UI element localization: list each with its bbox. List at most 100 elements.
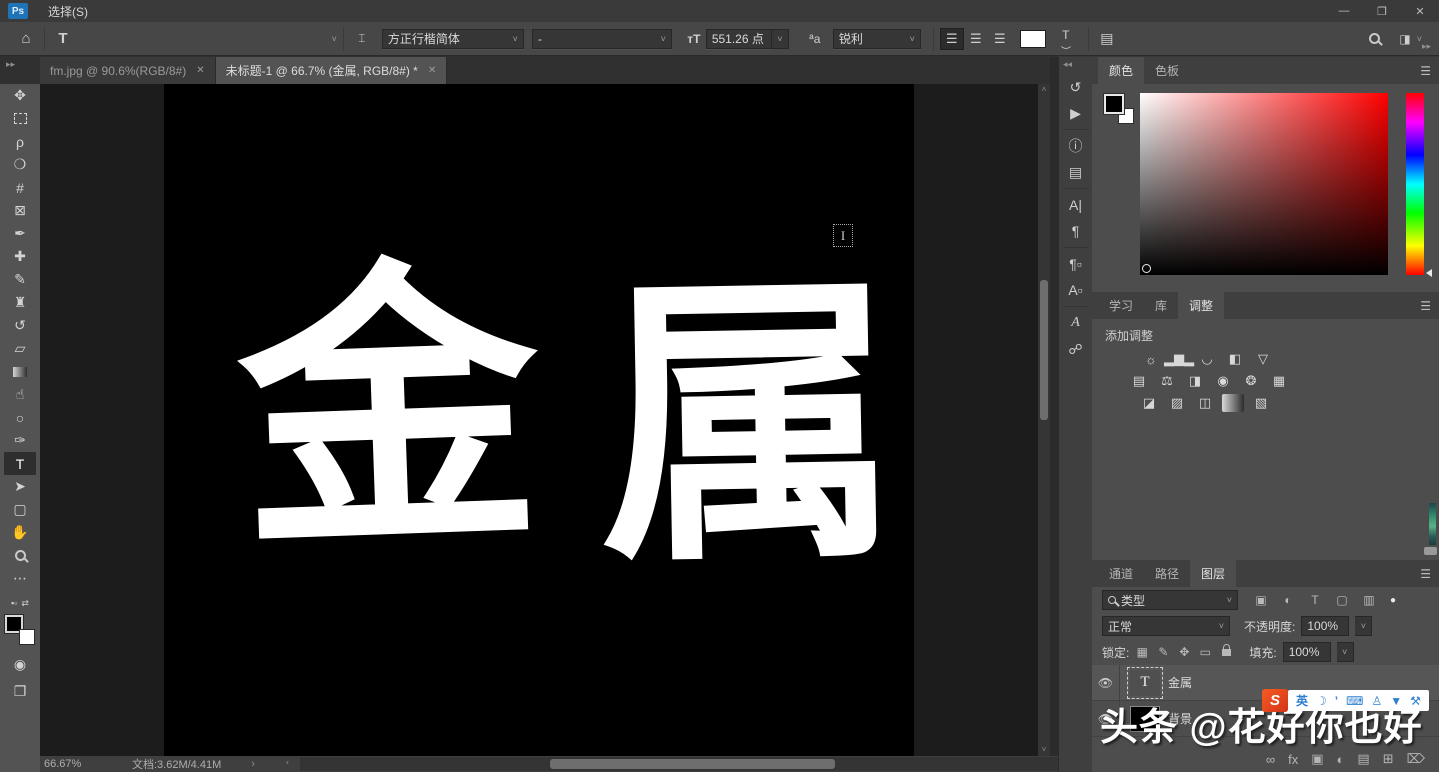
default-colors-icon[interactable]: ▪▫	[11, 598, 17, 609]
new-layer-icon[interactable]: ⊞	[1383, 751, 1394, 767]
ime-tools-icon[interactable]: ⚒	[1410, 694, 1421, 708]
tab-adjustments[interactable]: 调整	[1178, 292, 1224, 319]
color-lookup-icon[interactable]: ▦	[1268, 372, 1290, 390]
invert-icon[interactable]: ◪	[1138, 394, 1160, 412]
lock-transparent-icon[interactable]: ▦	[1135, 645, 1149, 659]
vertical-scroll-thumb[interactable]	[1040, 280, 1048, 420]
zoom-level-field[interactable]: 66.67%	[44, 758, 124, 770]
path-select-icon[interactable]: ➤	[4, 475, 36, 498]
panel-collapse-icon[interactable]: ◂◂	[1059, 57, 1072, 74]
text-orientation-icon[interactable]: ⌶	[350, 27, 374, 51]
clone-stamp-icon[interactable]: ♜	[4, 291, 36, 314]
brush-icon[interactable]: ✎	[4, 268, 36, 291]
share-icon[interactable]: ☍	[1062, 336, 1090, 362]
tab-learn[interactable]: 学习	[1098, 292, 1144, 319]
layer-filter-select[interactable]: 类型 ˅	[1102, 590, 1238, 610]
type-icon[interactable]: T	[4, 452, 36, 475]
filter-smartobject-icon[interactable]: ▥	[1360, 593, 1378, 607]
blend-mode-select[interactable]: 正常 ˅	[1102, 616, 1230, 636]
opacity-input[interactable]: 100%	[1301, 616, 1349, 636]
history-icon[interactable]: ↺	[1062, 74, 1090, 100]
filter-adjustment-icon[interactable]: ◐	[1279, 593, 1297, 607]
properties-icon[interactable]: ▤	[1062, 159, 1090, 185]
crop-icon[interactable]: #	[4, 176, 36, 199]
lasso-icon[interactable]: ρ	[4, 130, 36, 153]
canvas-workspace[interactable]: 金 属 I	[40, 84, 1038, 756]
ime-lang-icon[interactable]: 英	[1296, 692, 1308, 709]
tab-color[interactable]: 颜色	[1098, 57, 1144, 84]
panel-menu-icon[interactable]: ☰	[1420, 64, 1431, 78]
eyedropper-icon[interactable]: ✒	[4, 222, 36, 245]
ime-punct-icon[interactable]: ’	[1335, 694, 1338, 708]
scroll-up-icon[interactable]: ˄	[1038, 84, 1050, 96]
marquee-icon[interactable]	[4, 107, 36, 130]
opacity-chevron-icon[interactable]: ˅	[1355, 616, 1372, 636]
hue-saturation-icon[interactable]: ▤	[1128, 372, 1150, 390]
toolbar-collapse-icon[interactable]: ▸▸	[0, 55, 40, 84]
filter-toggle-pin-icon[interactable]: ●	[1390, 595, 1396, 606]
tab-close-icon[interactable]: ✕	[196, 65, 204, 76]
vertical-scrollbar[interactable]: ˄ ˅	[1038, 84, 1050, 756]
layer-name[interactable]: 金属	[1168, 674, 1192, 691]
menu-select[interactable]: 选择(S)	[36, 0, 103, 22]
ime-moon-icon[interactable]: ☽	[1316, 694, 1327, 708]
layer-style-icon[interactable]: fx	[1288, 751, 1298, 767]
align-center-button[interactable]: ☰	[964, 28, 988, 50]
posterize-icon[interactable]: ▨	[1166, 394, 1188, 412]
status-options-chevron-icon[interactable]: ›	[251, 758, 255, 770]
tab-libraries[interactable]: 库	[1144, 292, 1178, 319]
actions-icon[interactable]: ▶	[1062, 100, 1090, 126]
document-canvas[interactable]: 金 属 I	[164, 84, 914, 756]
restore-button[interactable]: ❐	[1363, 0, 1401, 22]
background-color-swatch[interactable]	[19, 629, 35, 645]
channel-mixer-icon[interactable]: ❂	[1240, 372, 1262, 390]
mores-icon[interactable]: ⋯	[4, 567, 36, 590]
new-group-icon[interactable]: ▤	[1357, 751, 1369, 767]
zoom-icon[interactable]	[4, 544, 36, 567]
filter-type-icon[interactable]: T	[1306, 593, 1324, 607]
ime-person-icon[interactable]: ♙	[1371, 694, 1382, 708]
lock-all-icon[interactable]	[1219, 645, 1233, 659]
tab-paths[interactable]: 路径	[1144, 560, 1190, 587]
minimize-button[interactable]: —	[1325, 0, 1363, 22]
info-icon[interactable]: ⓘ	[1062, 133, 1090, 159]
warp-text-icon[interactable]: T	[1054, 27, 1078, 51]
foreground-color-swatch[interactable]	[1104, 94, 1124, 114]
tab-layers[interactable]: 图层	[1190, 560, 1236, 587]
paragraph-panel-icon[interactable]: ¶	[1062, 218, 1090, 244]
antialias-select[interactable]: 锐利 ˅	[833, 29, 921, 49]
paragraph-styles-icon[interactable]: ¶▫	[1062, 251, 1090, 277]
dock-expand-icon[interactable]: ▸▸	[1422, 41, 1431, 52]
ime-keyboard-icon[interactable]: ⌨	[1346, 694, 1363, 708]
align-left-button[interactable]: ☰	[940, 28, 964, 50]
fill-chevron-icon[interactable]: ˅	[1337, 642, 1354, 662]
search-icon[interactable]	[1369, 33, 1380, 44]
dodge-icon[interactable]: ○	[4, 406, 36, 429]
vibrance-icon[interactable]: ▽	[1252, 350, 1274, 368]
hue-slider-handle[interactable]	[1426, 269, 1432, 277]
color-picker-handle[interactable]	[1142, 264, 1151, 273]
hand-icon[interactable]: ✋	[4, 521, 36, 544]
saturation-brightness-box[interactable]	[1140, 93, 1388, 275]
new-adjustment-icon[interactable]: ◐	[1337, 751, 1345, 767]
horizontal-scroll-thumb[interactable]	[550, 759, 835, 769]
move-icon[interactable]: ✥	[4, 84, 36, 107]
text-color-swatch[interactable]	[1020, 30, 1046, 48]
exposure-icon[interactable]: ◧	[1224, 350, 1246, 368]
current-tool-icon[interactable]: T	[51, 27, 75, 51]
font-size-chevron-icon[interactable]: ˅	[772, 29, 789, 49]
quick-selection-icon[interactable]: ❍	[4, 153, 36, 176]
doc-tab-untitled[interactable]: 未标题-1 @ 66.7% (金属, RGB/8#) *✕	[216, 57, 448, 84]
smudge-icon[interactable]: ☝	[4, 383, 36, 406]
doc-tab-fm[interactable]: fm.jpg @ 90.6%(RGB/8#)✕	[40, 57, 216, 84]
font-style-select[interactable]: - ˅	[532, 29, 672, 49]
sogou-logo-icon[interactable]: S	[1262, 689, 1288, 712]
photo-filter-icon[interactable]: ◉	[1212, 372, 1234, 390]
align-right-button[interactable]: ☰	[988, 28, 1012, 50]
horizontal-scrollbar[interactable]: ‹ ›	[300, 757, 1070, 771]
quick-mask-icon[interactable]: ◉	[4, 653, 36, 676]
frame-icon[interactable]: ⊠	[4, 199, 36, 222]
filter-shape-icon[interactable]: ▢	[1333, 593, 1351, 607]
selective-color-icon[interactable]: ▧	[1250, 394, 1272, 412]
home-icon[interactable]: ⌂	[14, 27, 38, 51]
